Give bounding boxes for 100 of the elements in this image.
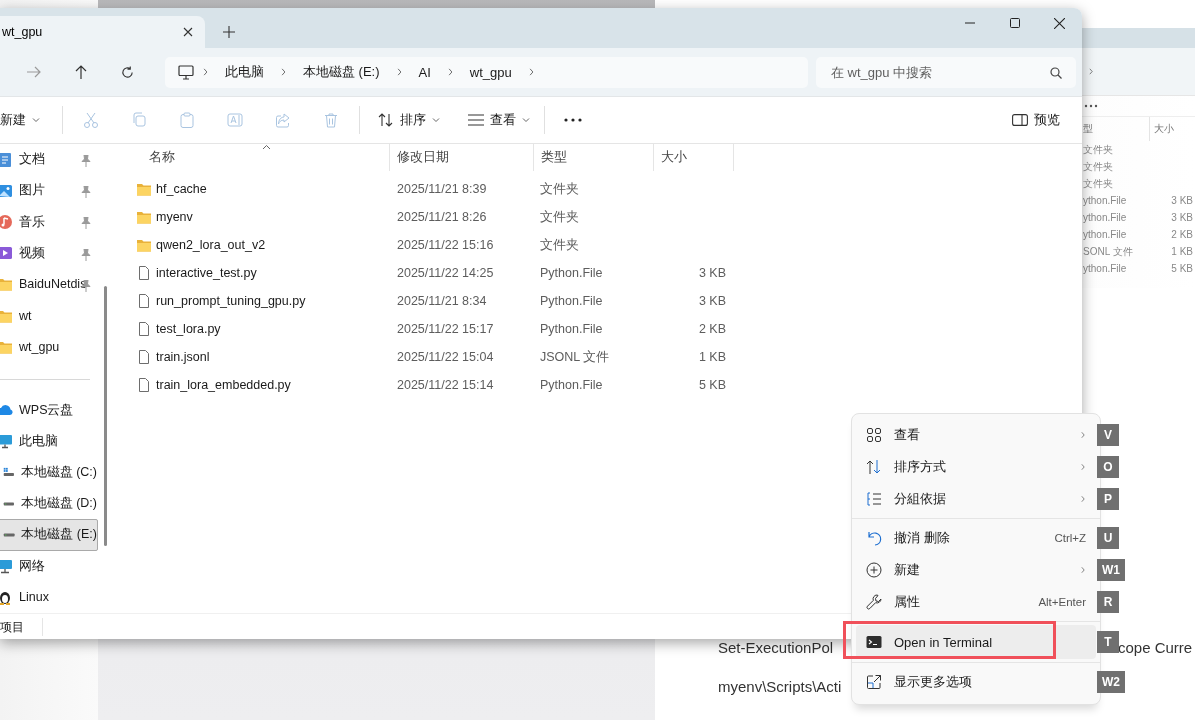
address-bar[interactable]: 此电脑 本地磁盘 (E:) AI wt_gpu: [165, 56, 808, 88]
folder-icon: [136, 181, 152, 197]
file-name[interactable]: test_lora.py: [120, 321, 390, 337]
column-header[interactable]: 大小: [654, 144, 734, 171]
table-cell-text: 1 KB: [1170, 246, 1193, 257]
column-header[interactable]: 名称: [120, 144, 390, 171]
menu-item[interactable]: 新建: [856, 554, 1096, 586]
column-header[interactable]: 类型: [534, 144, 654, 171]
file-name[interactable]: run_prompt_tuning_gpu.py: [120, 293, 390, 309]
sidebar-item[interactable]: 本地磁盘 (D:): [0, 488, 98, 520]
table-cell-text: JSONL 文件: [539, 348, 611, 366]
table-cell-text: 文件夹: [1082, 159, 1114, 174]
column-header[interactable]: 修改日期: [390, 144, 534, 171]
menu-item[interactable]: 属性 Alt+Enter: [856, 586, 1096, 618]
search-field[interactable]: 在 wt_gpu 中搜索: [816, 56, 1076, 88]
more-icon: [1084, 104, 1098, 108]
table-cell-text: SONL 文件: [1082, 244, 1134, 259]
column-header: 型: [1082, 122, 1094, 136]
wrench-icon: [866, 594, 882, 610]
sidebar-item[interactable]: 文档: [0, 144, 98, 176]
file-name[interactable]: qwen2_lora_out_v2: [120, 237, 390, 253]
table-cell-text: 2025/11/22 15:14: [396, 378, 495, 392]
sidebar-item[interactable]: 图片: [0, 175, 98, 207]
tab[interactable]: wt_gpu: [0, 16, 205, 48]
sort-button[interactable]: 排序: [368, 103, 450, 137]
monitor-icon: [178, 64, 194, 80]
new-tab-button[interactable]: [221, 24, 237, 40]
search-icon: [1050, 66, 1062, 79]
file-name[interactable]: hf_cache: [120, 181, 390, 197]
table-cell-text: 2025/11/21 8:34: [396, 294, 488, 308]
table-cell-text: 2025/11/22 14:25: [396, 266, 495, 280]
access-key-badge: W1: [1097, 559, 1125, 581]
breadcrumb[interactable]: AI: [410, 60, 439, 84]
computer-icon: [0, 433, 13, 450]
sidebar-item[interactable]: 音乐: [0, 206, 98, 238]
table-cell-text: Python.File: [539, 378, 604, 392]
plus-icon: [223, 26, 235, 38]
folder-icon: [136, 209, 152, 225]
drive-icon: [3, 532, 16, 538]
sidebar-item[interactable]: wt_gpu: [0, 331, 98, 363]
table-cell-text: 2025/11/22 15:16: [396, 238, 495, 252]
file-name[interactable]: train_lora_embedded.py: [120, 377, 390, 393]
menu-item[interactable]: 显示更多选项: [856, 666, 1096, 698]
access-key-badge: T: [1097, 631, 1119, 653]
sidebar-item[interactable]: wt: [0, 300, 98, 332]
preview-button[interactable]: 预览: [1002, 103, 1070, 137]
share-icon: [275, 112, 291, 128]
chevron-right-icon: [527, 66, 535, 78]
new-button[interactable]: 新建: [0, 103, 50, 137]
sidebar-item[interactable]: 此电脑: [0, 425, 98, 457]
access-key-badge: V: [1097, 424, 1119, 446]
sidebar-item[interactable]: BaiduNetdis: [0, 268, 98, 301]
sidebar-item[interactable]: WPS云盘: [0, 394, 98, 426]
table-cell-text: 2025/11/21 8:26: [396, 210, 488, 224]
table-cell-text: 3 KB: [697, 294, 726, 308]
menu-item[interactable]: 撤消 删除 Ctrl+Z: [856, 522, 1096, 554]
terminal-icon: [866, 634, 882, 650]
chevron-right-icon: [446, 66, 454, 78]
shortcut-text: Ctrl+Z: [1054, 532, 1086, 544]
menu-item[interactable]: Open in Terminal: [856, 625, 1096, 659]
chevron-right-icon: [1088, 67, 1094, 76]
file-name[interactable]: interactive_test.py: [120, 265, 390, 281]
folder-icon: [0, 276, 13, 293]
sort-icon: [866, 459, 882, 475]
sidebar-item[interactable]: 网络: [0, 550, 98, 582]
table-cell-text: 文件夹: [539, 236, 580, 254]
breadcrumb[interactable]: 此电脑: [217, 59, 272, 85]
sidebar-item[interactable]: 本地磁盘 (C:): [0, 456, 98, 489]
file-icon: [136, 265, 152, 281]
sidebar-item[interactable]: Linux: [0, 581, 98, 614]
menu-item[interactable]: 查看: [856, 419, 1096, 451]
breadcrumb[interactable]: 本地磁盘 (E:): [295, 59, 388, 85]
external-window-icon: [866, 674, 882, 690]
file-icon: [136, 321, 152, 337]
table-cell-text: 2025/11/22 15:04: [396, 350, 495, 364]
table-cell-text: ython.File: [1082, 195, 1128, 206]
panel-icon: [1012, 114, 1028, 126]
file-name[interactable]: train.jsonl: [120, 349, 390, 365]
chevron-right-icon: [202, 66, 209, 78]
view-button[interactable]: 查看: [458, 103, 540, 137]
table-cell-text: 5 KB: [697, 378, 726, 392]
table-cell-text: 文件夹: [1082, 176, 1114, 191]
caret-icon: [32, 116, 40, 124]
more-icon: [564, 118, 582, 122]
status-text: 项目: [0, 617, 43, 636]
arrow-up-icon: [74, 65, 87, 79]
trash-icon: [323, 112, 339, 128]
table-cell-text: 2025/11/21 8:39: [396, 182, 488, 196]
table-cell-text: 1 KB: [697, 350, 726, 364]
sidebar-item[interactable]: 视频: [0, 237, 98, 269]
sidebar-item[interactable]: 本地磁盘 (E:): [0, 519, 98, 551]
menu-item[interactable]: 排序方式: [856, 451, 1096, 483]
list-view-icon: [468, 114, 484, 126]
code-line: Set-ExecutionPol: [718, 640, 834, 656]
table-cell-text: 文件夹: [539, 208, 580, 226]
file-name[interactable]: myenv: [120, 209, 390, 225]
cut-icon: [83, 112, 99, 128]
menu-item[interactable]: 分組依据: [856, 483, 1096, 515]
table-cell-text: 3 KB: [697, 266, 726, 280]
breadcrumb[interactable]: wt_gpu: [461, 60, 520, 84]
